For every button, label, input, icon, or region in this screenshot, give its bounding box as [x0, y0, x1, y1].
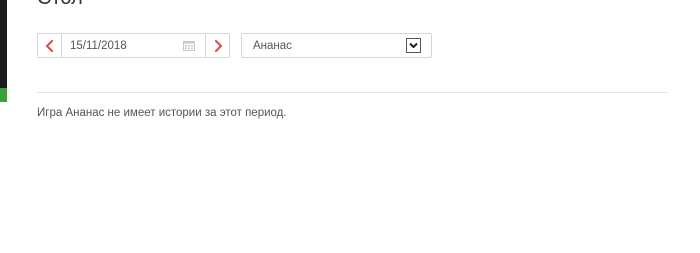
page-title: Стол — [37, 0, 83, 10]
background-window-green-bar — [0, 88, 7, 102]
chevron-left-icon — [45, 39, 53, 52]
section-divider — [37, 92, 668, 93]
date-input[interactable]: 15/11/2018 — [62, 34, 205, 57]
chevron-right-icon — [214, 39, 222, 52]
previous-day-button[interactable] — [38, 34, 62, 57]
next-day-button[interactable] — [205, 34, 229, 57]
empty-history-message: Игра Ананас не имеет истории за этот пер… — [37, 107, 287, 119]
chevron-down-glyph — [409, 42, 418, 48]
background-window-dark-area — [0, 0, 7, 88]
background-window-edge — [0, 0, 7, 253]
date-input-value: 15/11/2018 — [70, 39, 127, 52]
game-select[interactable]: Ананас — [241, 33, 432, 58]
page: Стол 15/11/2018 А — [0, 0, 700, 253]
calendar-icon[interactable] — [183, 40, 195, 51]
chevron-down-icon[interactable] — [406, 38, 421, 53]
game-select-value: Ананас — [253, 39, 292, 52]
date-picker-group: 15/11/2018 — [37, 33, 230, 58]
